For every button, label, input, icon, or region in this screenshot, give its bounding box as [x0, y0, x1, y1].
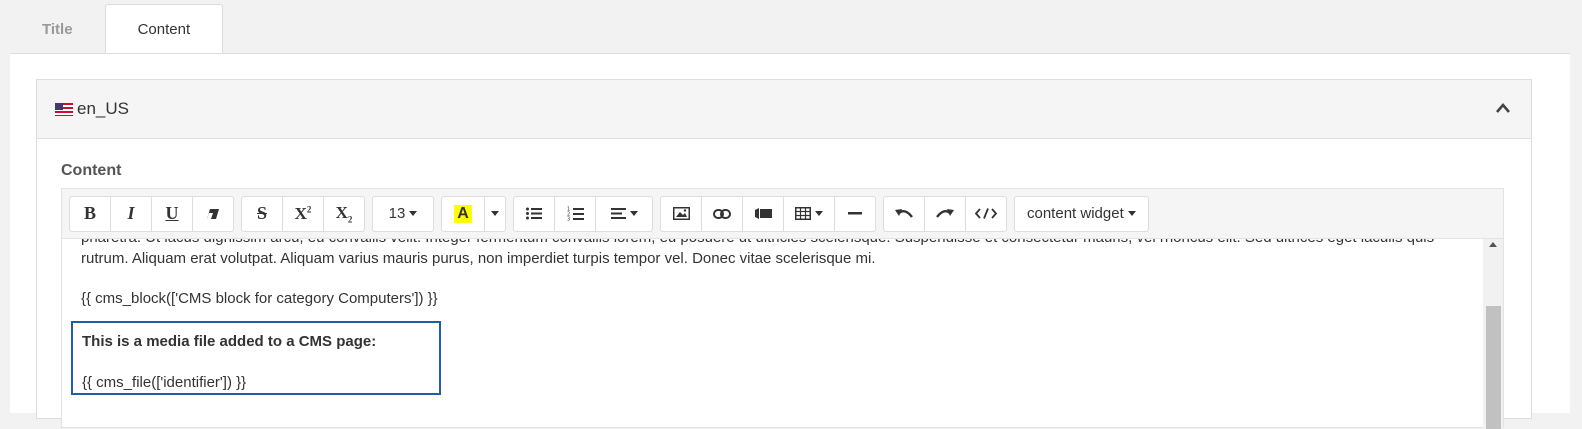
bold-icon: B — [83, 203, 96, 223]
paragraph-button-group: 123 — [513, 195, 653, 232]
eraser-icon — [207, 208, 219, 219]
insert-video-button[interactable] — [742, 195, 784, 232]
bold-button[interactable]: B — [69, 195, 111, 232]
italic-button[interactable]: I — [110, 195, 152, 232]
text-color-icon: A — [454, 204, 472, 223]
tab-content[interactable]: Content — [104, 4, 224, 54]
locale-section: en_US Content B I U S X2 X2 13 A 1 2 3 c… — [36, 79, 1532, 429]
insert-hr-button[interactable] — [834, 195, 876, 232]
font-size-group: 13 — [372, 195, 434, 232]
tab-panel: en_US Content B I U S X2 X2 13 A 1 2 3 c… — [10, 53, 1570, 429]
font-size-value: 13 — [388, 205, 406, 222]
undo-button[interactable] — [883, 195, 925, 232]
svg-text:3: 3 — [567, 217, 570, 222]
link-icon — [713, 208, 731, 219]
caret-down-icon — [491, 211, 499, 216]
table-icon — [795, 207, 811, 220]
italic-icon: I — [127, 203, 135, 223]
unordered-list-button[interactable] — [513, 195, 555, 232]
caret-down-icon — [629, 211, 638, 216]
content-widget-dropdown[interactable]: content widget — [1014, 195, 1149, 232]
locale-label: en_US — [77, 99, 129, 118]
align-dropdown-button[interactable] — [595, 195, 653, 232]
superscript-icon: X2 — [294, 203, 312, 223]
us-flag-icon — [55, 102, 73, 116]
cms-file-placeholder: {{ cms_file(['identifier']) }} — [82, 374, 247, 391]
superscript-button[interactable]: X2 — [282, 195, 324, 232]
editor-content[interactable]: pharetra. Ut lacus dignissim arcu, eu co… — [62, 239, 1483, 429]
content-paragraph: pharetra. Ut lacus dignissim arcu, eu co… — [81, 239, 1434, 267]
code-view-button[interactable] — [965, 195, 1007, 232]
strikethrough-button[interactable]: S — [241, 195, 283, 232]
horizontal-rule-icon — [848, 212, 862, 215]
content-field-label: Content — [61, 162, 122, 179]
color-dropdown-button[interactable] — [484, 195, 506, 232]
caret-down-icon — [815, 211, 823, 216]
ordered-list-icon: 123 — [567, 207, 584, 222]
rich-text-editor: B I U S X2 X2 13 A 1 2 3 content widget … — [61, 188, 1504, 429]
selected-media-block[interactable]: This is a media file added to a CMS page… — [71, 321, 441, 395]
image-icon — [672, 207, 690, 220]
history-button-group — [883, 195, 1007, 232]
editor-scrollbar[interactable] — [1483, 239, 1503, 429]
align-left-icon — [610, 208, 626, 219]
cms-block-placeholder: {{ cms_block(['CMS block for category Co… — [81, 290, 438, 307]
redo-button[interactable] — [924, 195, 966, 232]
insert-button-group — [660, 195, 876, 232]
strikethrough-icon: S — [256, 203, 267, 223]
text-color-button[interactable]: A — [441, 195, 485, 232]
caret-down-icon — [409, 211, 418, 216]
subscript-icon: X2 — [335, 202, 353, 225]
unordered-list-icon — [526, 207, 542, 220]
chevron-up-icon[interactable] — [1495, 102, 1511, 114]
redo-icon — [936, 209, 954, 218]
ordered-list-button[interactable]: 123 — [554, 195, 596, 232]
insert-table-button[interactable] — [783, 195, 835, 232]
widget-button-group: content widget — [1014, 195, 1149, 232]
scrollbar-thumb[interactable] — [1486, 306, 1501, 429]
subscript-button[interactable]: X2 — [323, 195, 365, 232]
locale-header[interactable]: en_US — [37, 80, 1531, 139]
font-size-select[interactable]: 13 — [372, 195, 434, 232]
tab-bar: Title Content — [10, 4, 224, 54]
code-view-icon — [975, 208, 997, 219]
content-widget-label: content widget — [1027, 205, 1124, 222]
insert-image-button[interactable] — [660, 195, 702, 232]
tab-title[interactable]: Title — [10, 4, 105, 54]
font-button-group: S X2 X2 — [241, 195, 365, 232]
scroll-up-arrow-icon[interactable] — [1489, 242, 1497, 247]
insert-link-button[interactable] — [701, 195, 743, 232]
caret-down-icon — [1127, 211, 1136, 216]
editor-toolbar: B I U S X2 X2 13 A 1 2 3 content widget — [62, 189, 1503, 239]
media-block-title: This is a media file added to a CMS page… — [82, 333, 377, 350]
style-button-group: B I U — [69, 195, 234, 232]
video-icon — [754, 208, 772, 219]
undo-icon — [895, 209, 913, 218]
clear-format-button[interactable] — [192, 195, 234, 232]
color-button-group: A — [441, 195, 506, 232]
underline-icon: U — [165, 203, 179, 223]
underline-button[interactable]: U — [151, 195, 193, 232]
